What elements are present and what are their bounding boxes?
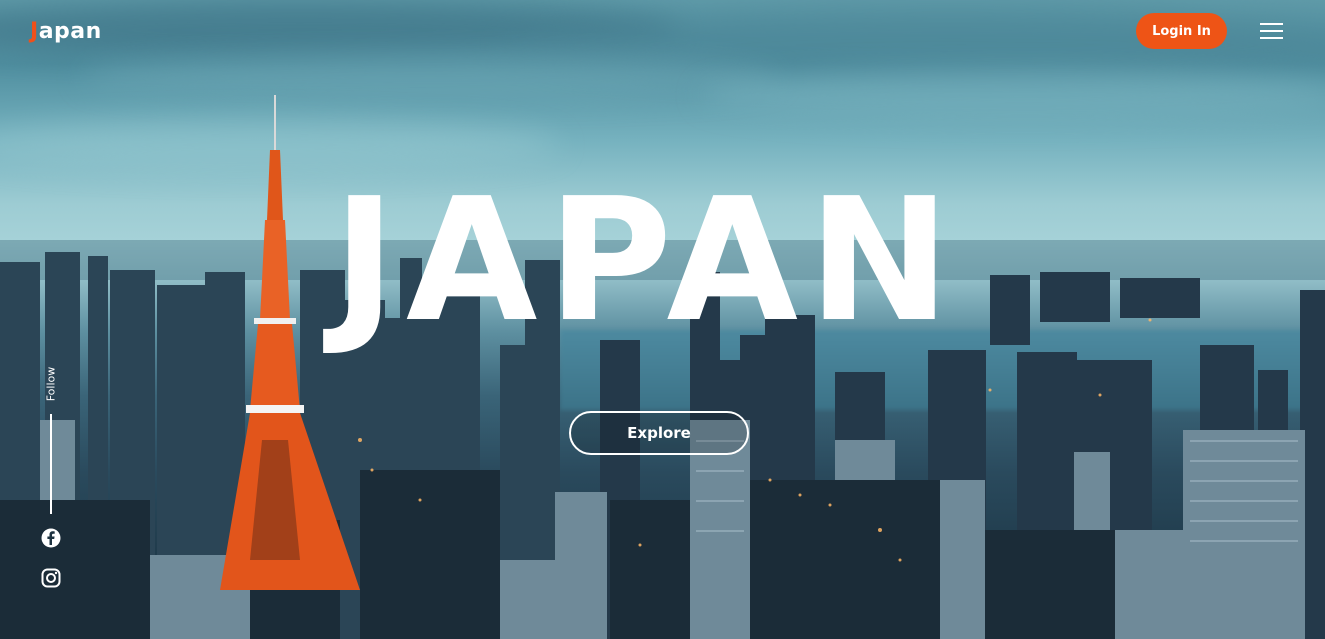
hero-title: JAPAN [332, 162, 961, 360]
facebook-icon[interactable] [41, 528, 61, 548]
instagram-icon[interactable] [41, 568, 61, 588]
site-logo[interactable]: Japan [30, 19, 102, 44]
logo-text: apan [38, 19, 102, 44]
logo-accent-letter: J [30, 19, 39, 44]
follow-label: Follow [44, 366, 58, 402]
follow-divider [50, 414, 52, 514]
explore-button[interactable]: Explore [569, 411, 749, 455]
hamburger-menu-icon[interactable] [1260, 21, 1284, 41]
login-button[interactable]: Login In [1136, 13, 1227, 49]
